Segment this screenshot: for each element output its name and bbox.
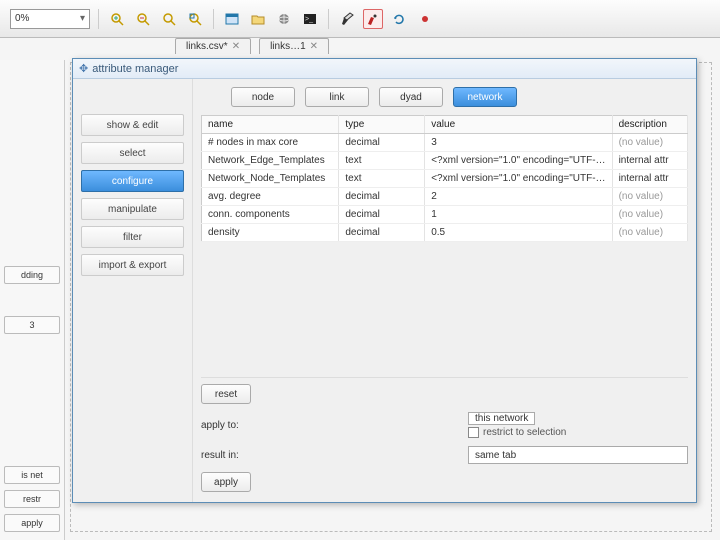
tab-label: links.csv* (186, 41, 228, 52)
table-cell[interactable]: decimal (339, 224, 425, 242)
table-row[interactable]: # nodes in max coredecimal3(no value) (202, 134, 688, 152)
terminal-icon[interactable]: >_ (300, 9, 320, 29)
table-cell[interactable]: (no value) (612, 134, 687, 152)
bg-btn[interactable]: is net (4, 466, 60, 484)
scope-link[interactable]: link (305, 87, 369, 107)
result-in-select[interactable]: same tab (468, 446, 688, 464)
table-cell[interactable]: 0.5 (425, 224, 612, 242)
table-cell[interactable]: 2 (425, 188, 612, 206)
table-row[interactable]: avg. degreedecimal2(no value) (202, 188, 688, 206)
col-header-name[interactable]: name (202, 116, 339, 134)
zoom-field[interactable]: 0% ▾ (10, 9, 90, 29)
side-show-edit[interactable]: show & edit (81, 114, 184, 136)
table-cell[interactable]: text (339, 170, 425, 188)
separator (213, 9, 214, 29)
zoom-selection-icon[interactable] (185, 9, 205, 29)
snap-icon: ✥ (79, 62, 88, 75)
open-folder-icon[interactable] (248, 9, 268, 29)
table-cell[interactable]: internal attr (612, 152, 687, 170)
zoom-fit-icon[interactable] (159, 9, 179, 29)
apply-to-label: apply to: (201, 420, 257, 431)
document-tabs: links.csv* ✕ links…1 ✕ (175, 38, 329, 54)
table-header-row: name type value description (202, 116, 688, 134)
col-header-value[interactable]: value (425, 116, 612, 134)
table-cell[interactable]: <?xml version="1.0" encoding="UTF-… (425, 170, 612, 188)
table-cell[interactable]: internal attr (612, 170, 687, 188)
bg-btn[interactable]: apply (4, 514, 60, 532)
main-toolbar: 0% ▾ >_ (0, 0, 720, 38)
restrict-checkbox[interactable] (468, 427, 479, 438)
close-icon[interactable]: ✕ (232, 41, 240, 52)
tab-links-1[interactable]: links…1 ✕ (259, 38, 329, 54)
dialog-main: node link dyad network name type value d… (193, 79, 696, 502)
zoom-out-icon[interactable] (133, 9, 153, 29)
table-cell[interactable]: 3 (425, 134, 612, 152)
side-configure[interactable]: configure (81, 170, 184, 192)
separator (328, 9, 329, 29)
restrict-label: restrict to selection (483, 427, 566, 438)
table-cell[interactable]: decimal (339, 134, 425, 152)
reset-button[interactable]: reset (201, 384, 251, 404)
col-header-description[interactable]: description (612, 116, 687, 134)
record-icon[interactable] (415, 9, 435, 29)
scope-tabs: node link dyad network (201, 85, 688, 115)
result-in-label: result in: (201, 450, 257, 461)
left-panel: dding 3 is net restr apply (0, 60, 65, 540)
table-cell[interactable]: 1 (425, 206, 612, 224)
pencil-icon[interactable] (337, 9, 357, 29)
col-header-type[interactable]: type (339, 116, 425, 134)
apply-to-select[interactable]: this network (468, 412, 535, 425)
table-cell[interactable]: Network_Edge_Templates (202, 152, 339, 170)
result-in-value: same tab (475, 450, 516, 461)
bg-btn[interactable]: restr (4, 490, 60, 508)
bg-btn[interactable]: 3 (4, 316, 60, 334)
table-cell[interactable]: (no value) (612, 206, 687, 224)
side-select[interactable]: select (81, 142, 184, 164)
separator (98, 9, 99, 29)
pen-tool-icon[interactable] (363, 9, 383, 29)
zoom-value: 0% (15, 13, 29, 24)
table-cell[interactable]: (no value) (612, 188, 687, 206)
apply-to-value: this network (475, 413, 528, 424)
attribute-table[interactable]: name type value description # nodes in m… (201, 115, 688, 242)
bg-btn[interactable]: dding (4, 266, 60, 284)
scope-dyad[interactable]: dyad (379, 87, 443, 107)
table-cell[interactable]: text (339, 152, 425, 170)
globe-icon[interactable] (274, 9, 294, 29)
dialog-side-nav: show & edit select configure manipulate … (73, 79, 193, 502)
window-icon[interactable] (222, 9, 242, 29)
table-row[interactable]: Network_Node_Templatestext<?xml version=… (202, 170, 688, 188)
table-cell[interactable]: conn. components (202, 206, 339, 224)
table-cell[interactable]: <?xml version="1.0" encoding="UTF-… (425, 152, 612, 170)
chevron-down-icon: ▾ (80, 13, 85, 24)
scope-network[interactable]: network (453, 87, 517, 107)
side-import-export[interactable]: import & export (81, 254, 184, 276)
table-row[interactable]: densitydecimal0.5(no value) (202, 224, 688, 242)
tab-label: links…1 (270, 41, 306, 52)
refresh-icon[interactable] (389, 9, 409, 29)
table-cell[interactable]: Network_Node_Templates (202, 170, 339, 188)
table-cell[interactable]: decimal (339, 206, 425, 224)
dialog-title: attribute manager (92, 63, 178, 75)
attribute-manager-dialog: ✥ attribute manager show & edit select c… (72, 58, 697, 503)
table-row[interactable]: conn. componentsdecimal1(no value) (202, 206, 688, 224)
tab-links-csv[interactable]: links.csv* ✕ (175, 38, 251, 54)
close-icon[interactable]: ✕ (310, 41, 318, 52)
table-row[interactable]: Network_Edge_Templatestext<?xml version=… (202, 152, 688, 170)
table-cell[interactable]: density (202, 224, 339, 242)
table-cell[interactable]: decimal (339, 188, 425, 206)
side-manipulate[interactable]: manipulate (81, 198, 184, 220)
apply-button[interactable]: apply (201, 472, 251, 492)
table-cell[interactable]: # nodes in max core (202, 134, 339, 152)
table-cell[interactable]: avg. degree (202, 188, 339, 206)
svg-text:>_: >_ (305, 16, 313, 23)
side-filter[interactable]: filter (81, 226, 184, 248)
table-cell[interactable]: (no value) (612, 224, 687, 242)
dialog-titlebar[interactable]: ✥ attribute manager (73, 59, 696, 79)
zoom-in-icon[interactable] (107, 9, 127, 29)
scope-node[interactable]: node (231, 87, 295, 107)
